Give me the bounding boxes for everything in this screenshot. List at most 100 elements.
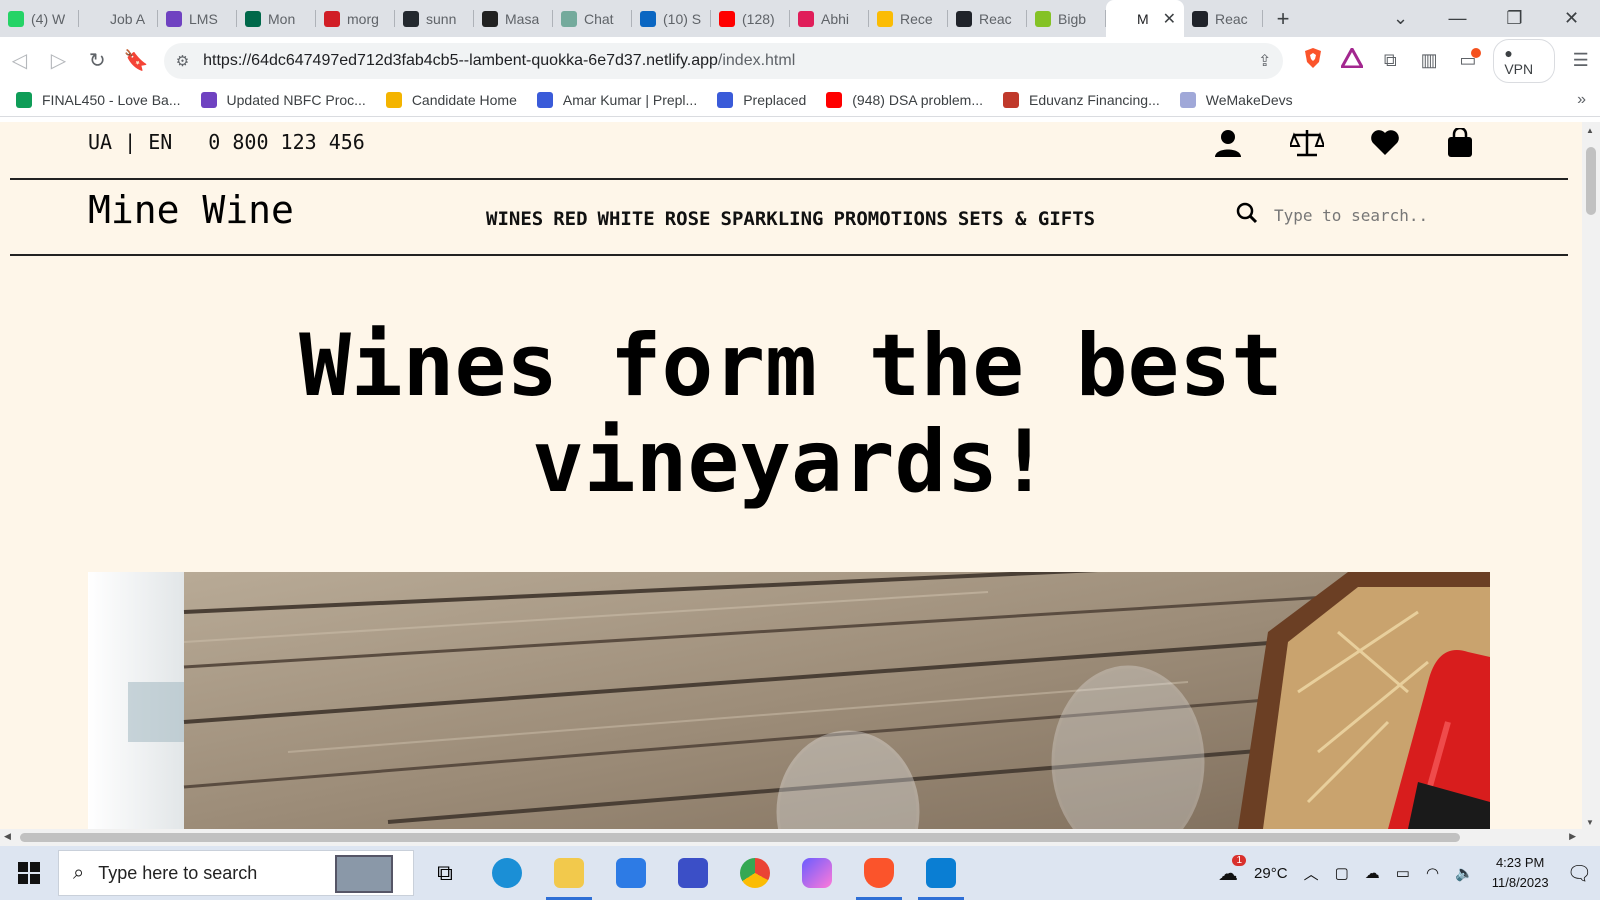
tab-active[interactable]: M ✕ (1106, 0, 1184, 37)
bookmark-item[interactable]: Candidate Home (385, 92, 517, 108)
browser-tab[interactable]: (10) S (632, 0, 711, 37)
search-icon[interactable] (1236, 202, 1258, 229)
search-highlight-image (335, 855, 393, 893)
nav-item-sparkling[interactable]: SPARKLING (721, 208, 824, 230)
language-switch[interactable]: UA | EN (88, 130, 172, 154)
wallet-icon[interactable]: ▭ (1449, 48, 1488, 71)
brave-shield-icon[interactable] (1293, 47, 1332, 74)
browser-tab[interactable]: Abhi (790, 0, 869, 37)
wifi-icon[interactable]: ◠ (1426, 864, 1439, 882)
browser-tab[interactable]: Mon (237, 0, 316, 37)
browser-tab[interactable]: Reac (1184, 0, 1263, 37)
browser-tab[interactable]: Job A (79, 0, 158, 37)
forward-icon[interactable]: ▷ (39, 48, 78, 73)
bookmark-item[interactable]: FINAL450 - Love Ba... (16, 92, 181, 108)
phone-number[interactable]: 0 800 123 456 (208, 130, 365, 154)
site-settings-icon[interactable]: ⚙ (176, 52, 189, 70)
brand-logo[interactable]: Mine Wine (88, 188, 294, 232)
clock-date: 11/8/2023 (1491, 875, 1549, 890)
cloud-sync-icon[interactable]: ☁ (1365, 864, 1380, 882)
compare-icon[interactable] (1288, 128, 1326, 158)
vertical-scroll-thumb[interactable] (1586, 147, 1596, 215)
sidebar-icon[interactable]: ▥ (1410, 50, 1449, 71)
minimize-icon[interactable]: — (1429, 8, 1486, 29)
nav-item-red[interactable]: RED (553, 208, 587, 230)
search-input[interactable] (1274, 206, 1474, 225)
zoho-app-icon[interactable] (662, 846, 724, 900)
restore-icon[interactable]: ❐ (1486, 8, 1543, 29)
browser-tab[interactable]: (128) (711, 0, 790, 37)
close-window-icon[interactable]: ✕ (1543, 8, 1600, 29)
start-button[interactable] (0, 846, 58, 900)
browser-tab[interactable]: Masa (474, 0, 553, 37)
task-view-icon[interactable]: ⧉ (414, 846, 476, 900)
bookmark-item[interactable]: Eduvanz Financing... (1003, 92, 1160, 108)
chrome-app-icon[interactable] (724, 846, 786, 900)
nav-item-white[interactable]: WHITE (598, 208, 655, 230)
file-explorer-app-icon[interactable] (538, 846, 600, 900)
bookmark-item[interactable]: Updated NBFC Proc... (200, 92, 366, 108)
menu-icon[interactable]: ☰ (1561, 50, 1600, 71)
edge-app-icon[interactable] (476, 846, 538, 900)
mail-app-icon[interactable] (600, 846, 662, 900)
bookmark-label: Amar Kumar | Prepl... (562, 92, 698, 108)
extensions-icon[interactable]: ⧉ (1371, 50, 1410, 71)
weather-icon[interactable]: ☁ 1 (1218, 854, 1247, 886)
taskbar-search[interactable]: ⌕ Type here to search (58, 850, 414, 896)
bookmark-label: (948) DSA problem... (852, 92, 983, 108)
vpn-button[interactable]: ● VPN (1493, 38, 1556, 83)
back-icon[interactable]: ◁ (0, 48, 39, 73)
bookmark-item[interactable]: Amar Kumar | Prepl... (536, 92, 698, 108)
new-tab-button[interactable]: + (1263, 6, 1303, 32)
bookmark-item[interactable]: (948) DSA problem... (826, 92, 983, 108)
nav-item-sets-gifts[interactable]: SETS & GIFTS (958, 208, 1095, 230)
bookmark-item[interactable]: WeMakeDevs (1179, 92, 1293, 108)
browser-tab[interactable]: Reac (948, 0, 1027, 37)
system-tray: ☁ 1 29°C ︿ ▢ ☁ ▭ ◠ 🔈 4:23 PM 11/8/2023 🗨 (1210, 846, 1600, 900)
tab-favicon-icon (482, 10, 498, 27)
reload-icon[interactable]: ↻ (78, 48, 117, 73)
scroll-left-icon[interactable]: ◀ (4, 831, 11, 842)
chevron-up-icon[interactable]: ︿ (1304, 863, 1319, 884)
tab-search-chevron-icon[interactable]: ⌄ (1372, 8, 1429, 29)
scroll-up-icon[interactable]: ▲ (1586, 126, 1594, 135)
browser-tab[interactable]: morg (316, 0, 395, 37)
scroll-down-icon[interactable]: ▼ (1586, 818, 1594, 827)
brave-rewards-icon[interactable] (1332, 45, 1371, 73)
browser-tab[interactable]: Bigb (1027, 0, 1106, 37)
battery-icon[interactable]: ▭ (1396, 864, 1410, 882)
nav-item-rose[interactable]: ROSE (665, 208, 711, 230)
bag-icon[interactable] (1447, 126, 1477, 158)
scroll-right-icon[interactable]: ▶ (1569, 831, 1576, 842)
browser-tab[interactable]: (4) W (0, 0, 79, 37)
browser-toolbar: ⧉ ▥ ▭ ● VPN ☰ (1293, 38, 1600, 83)
copilot-app-icon[interactable] (786, 846, 848, 900)
tab-title: morg (347, 10, 379, 27)
vertical-scrollbar[interactable]: ▲ ▼ (1582, 122, 1600, 829)
browser-tab[interactable]: Chat (553, 0, 632, 37)
user-icon[interactable] (1213, 128, 1243, 158)
notifications-icon[interactable]: 🗨 (1567, 861, 1592, 886)
browser-tab[interactable]: sunn (395, 0, 474, 37)
tab-title: M (1137, 10, 1149, 27)
horizontal-scroll-thumb[interactable] (20, 833, 1460, 842)
bookmark-item[interactable]: Preplaced (717, 92, 806, 108)
tab-close-icon[interactable]: ✕ (1163, 9, 1176, 29)
browser-tab[interactable]: LMS (158, 0, 237, 37)
bookmarks-overflow-icon[interactable]: » (1577, 91, 1586, 109)
volume-icon[interactable]: 🔈 (1455, 864, 1474, 882)
url-field[interactable]: ⚙ https://64dc647497ed712d3fab4cb5--lamb… (163, 42, 1284, 79)
bookmark-favicon-icon (826, 92, 843, 108)
browser-tab[interactable]: Rece (869, 0, 948, 37)
horizontal-scrollbar[interactable]: ◀ ▶ (0, 829, 1600, 846)
nav-item-wines[interactable]: WINES (486, 208, 543, 230)
temperature[interactable]: 29°C (1254, 865, 1288, 882)
brave-app-icon[interactable] (848, 846, 910, 900)
heart-icon[interactable] (1370, 128, 1400, 158)
share-icon[interactable]: ⇪ (1258, 51, 1271, 71)
vscode-app-icon[interactable] (910, 846, 972, 900)
clock[interactable]: 4:23 PM 11/8/2023 (1492, 853, 1549, 893)
device-icon[interactable]: ▢ (1335, 864, 1349, 882)
bookmark-icon[interactable]: 🔖 (117, 48, 156, 73)
nav-item-promotions[interactable]: PROMOTIONS (833, 208, 947, 230)
